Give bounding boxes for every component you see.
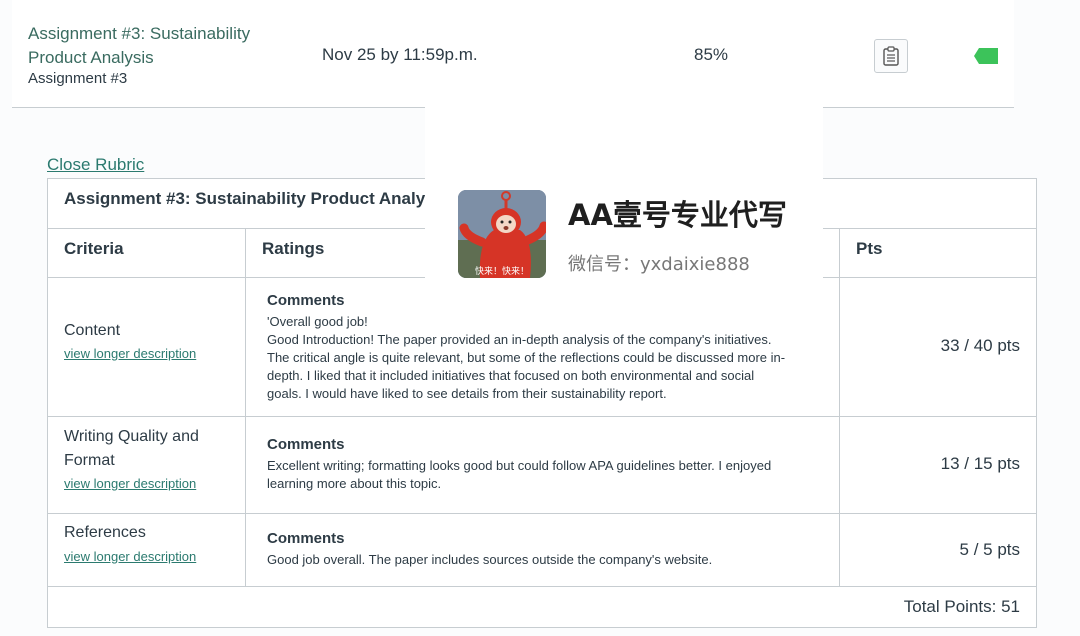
criterion-name: Content	[64, 322, 121, 339]
criteria-header: Criteria	[48, 229, 245, 278]
assignment-row: Assignment #3: Sustainability Product An…	[12, 0, 1014, 108]
column-divider	[245, 229, 246, 586]
due-date: Nov 25 by 11:59p.m.	[322, 45, 478, 64]
assignment-title-link[interactable]: Assignment #3: Sustainability Product An…	[28, 22, 288, 70]
close-rubric-link[interactable]: Close Rubric	[47, 155, 144, 175]
column-divider	[839, 229, 840, 586]
row-divider	[48, 513, 1036, 514]
tag-icon	[974, 48, 998, 64]
criterion-name: Writing Quality and Format	[64, 428, 199, 469]
criterion-name: References	[64, 524, 146, 541]
watermark-subtitle: 微信号：yxdaixie888	[568, 254, 750, 275]
watermark-title: AA壹号专业代写	[568, 198, 787, 232]
view-description-link[interactable]: view longer description	[64, 549, 196, 564]
score: 85%	[694, 45, 729, 64]
clipboard-icon	[883, 46, 899, 66]
red-character-avatar-icon: 快来！快来！	[458, 190, 546, 278]
comments-label: Comments	[267, 530, 345, 547]
view-description-link[interactable]: view longer description	[64, 476, 196, 491]
comment-text: Excellent writing; formatting looks good…	[267, 458, 772, 491]
watermark-card: 快来！快来！ AA壹号专业代写 微信号：yxdaixie888	[425, 100, 823, 288]
view-description-link[interactable]: view longer description	[64, 346, 196, 361]
row-divider	[48, 416, 1036, 417]
rubric-toggle-button[interactable]	[874, 39, 908, 73]
assignment-subtitle: Assignment #3	[28, 70, 128, 87]
svg-text:快来！快来！: 快来！快来！	[475, 265, 529, 277]
criterion-points: 5 / 5 pts	[959, 540, 1020, 559]
pts-header: Pts	[840, 229, 1036, 278]
criterion-points: 33 / 40 pts	[940, 336, 1020, 355]
row-divider	[48, 586, 1036, 587]
criterion-points: 13 / 15 pts	[940, 454, 1020, 473]
comment-text: Good job overall. The paper includes sou…	[267, 552, 713, 567]
comments-label: Comments	[267, 436, 345, 453]
comments-label: Comments	[267, 292, 345, 309]
comment-text: 'Overall good job! Good Introduction! Th…	[267, 314, 786, 401]
total-points: Total Points: 51	[903, 597, 1020, 616]
